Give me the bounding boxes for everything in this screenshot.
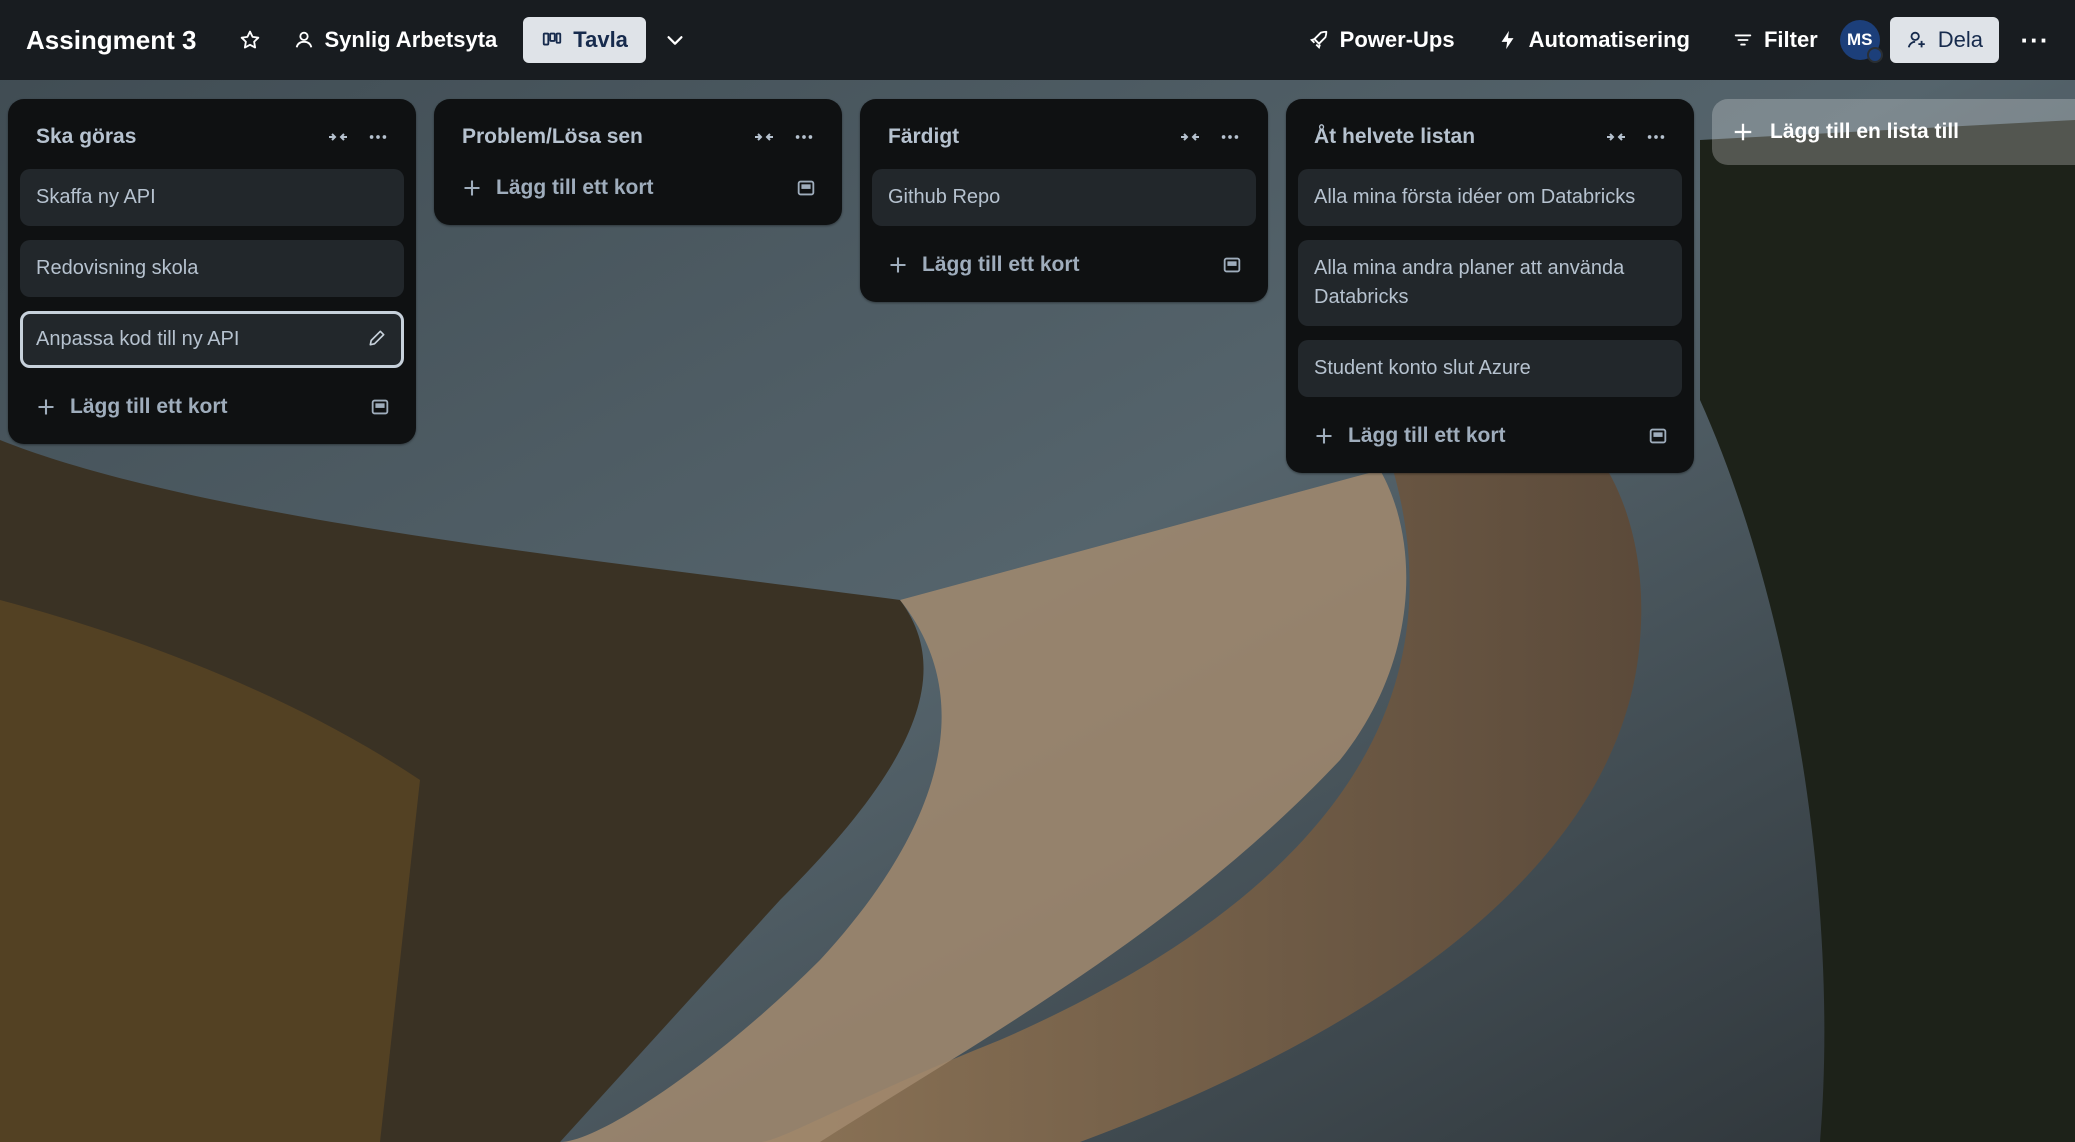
template-icon[interactable] (788, 170, 824, 206)
add-card-button[interactable]: Lägg till ett kort (446, 163, 830, 213)
add-card-label: Lägg till ett kort (922, 253, 1080, 276)
list-title[interactable]: Problem/Lösa sen (462, 125, 744, 149)
share-label: Dela (1937, 27, 1983, 52)
collapse-icon[interactable] (318, 117, 358, 157)
list-header: Problem/Lösa sen (446, 111, 830, 163)
add-card-button[interactable]: Lägg till ett kort (20, 382, 404, 432)
admin-badge-icon (1866, 47, 1883, 63)
list-header: Åt helvete listan (1298, 111, 1682, 163)
powerups-label: Power-Ups (1339, 27, 1455, 52)
view-label: Tavla (573, 27, 628, 52)
list-menu-icon[interactable] (1636, 117, 1676, 157)
people-icon (293, 29, 315, 51)
board-view-button[interactable]: Tavla (523, 17, 646, 63)
add-list-button[interactable]: Lägg till en lista till (1712, 99, 2075, 165)
collapse-icon[interactable] (1596, 117, 1636, 157)
list-menu-icon[interactable] (1210, 117, 1250, 157)
list-ska-goras[interactable]: Ska göras Skaffa ny API Redovisning skol… (8, 99, 416, 444)
board-menu-button[interactable]: ··· (2015, 17, 2055, 63)
star-button[interactable] (227, 17, 273, 63)
template-icon[interactable] (1214, 247, 1250, 283)
list-fardigt[interactable]: Färdigt Github Repo Lägg till ett kort (860, 99, 1268, 302)
star-icon (239, 29, 261, 51)
card-title: Skaffa ny API (36, 186, 156, 208)
list-title[interactable]: Åt helvete listan (1314, 125, 1596, 149)
add-person-icon (1906, 29, 1928, 51)
template-icon[interactable] (1640, 418, 1676, 454)
add-card-label: Lägg till ett kort (1348, 424, 1506, 447)
share-button[interactable]: Dela (1889, 17, 1999, 63)
filter-button[interactable]: Filter (1718, 17, 1832, 63)
powerups-button[interactable]: Power-Ups (1294, 17, 1469, 63)
plus-icon (462, 178, 488, 198)
board-title[interactable]: Assingment 3 (26, 25, 197, 56)
collapse-icon[interactable] (1170, 117, 1210, 157)
add-card-button[interactable]: Lägg till ett kort (1298, 411, 1682, 461)
visibility-label: Synlig Arbetsyta (324, 27, 498, 52)
card[interactable]: Github Repo (872, 169, 1256, 226)
avatar-initials: MS (1847, 30, 1873, 49)
card[interactable]: Skaffa ny API (20, 169, 404, 226)
board-header: Assingment 3 Synlig Arbetsyta Tavla Powe… (0, 0, 2075, 80)
list-menu-icon[interactable] (784, 117, 824, 157)
card-title: Student konto slut Azure (1314, 357, 1531, 379)
chevron-down-icon (664, 29, 686, 51)
add-card-label: Lägg till ett kort (496, 176, 654, 199)
list-title[interactable]: Ska göras (36, 125, 318, 149)
collapse-icon[interactable] (744, 117, 784, 157)
list-title[interactable]: Färdigt (888, 125, 1170, 149)
card-title: Redovisning skola (36, 257, 199, 279)
card[interactable]: Alla mina andra planer att använda Datab… (1298, 240, 1682, 326)
plus-icon (888, 255, 914, 275)
card[interactable]: Alla mina första idéer om Databricks (1298, 169, 1682, 226)
add-card-button[interactable]: Lägg till ett kort (872, 240, 1256, 290)
plus-icon (1314, 426, 1340, 446)
card[interactable]: Redovisning skola (20, 240, 404, 297)
visibility-button[interactable]: Synlig Arbetsyta (279, 17, 512, 63)
card-title: Alla mina första idéer om Databricks (1314, 186, 1636, 208)
list-header: Ska göras (20, 111, 404, 163)
board-icon (541, 29, 563, 51)
view-switcher-button[interactable] (652, 17, 698, 63)
card[interactable]: Anpassa kod till ny API (20, 311, 404, 368)
card[interactable]: Student konto slut Azure (1298, 340, 1682, 397)
add-card-label: Lägg till ett kort (70, 395, 228, 418)
list-header: Färdigt (872, 111, 1256, 163)
list-problem-losa-sen[interactable]: Problem/Lösa sen Lägg till ett kort (434, 99, 842, 225)
filter-label: Filter (1763, 27, 1818, 52)
lightning-icon (1497, 29, 1519, 51)
filter-icon (1732, 29, 1754, 51)
list-menu-icon[interactable] (358, 117, 398, 157)
plus-icon (1732, 121, 1762, 143)
automation-button[interactable]: Automatisering (1483, 17, 1704, 63)
ellipsis-icon: ··· (2020, 24, 2050, 55)
template-icon[interactable] (362, 389, 398, 425)
pencil-icon[interactable] (364, 325, 390, 351)
rocket-icon (1308, 29, 1330, 51)
card-title: Anpassa kod till ny API (36, 328, 240, 350)
list-at-helvete-listan[interactable]: Åt helvete listan Alla mina första idéer… (1286, 99, 1694, 473)
automation-label: Automatisering (1528, 27, 1690, 52)
add-list-label: Lägg till en lista till (1770, 120, 1960, 143)
card-title: Github Repo (888, 186, 1001, 208)
member-avatar[interactable]: MS (1839, 20, 1883, 63)
plus-icon (36, 397, 62, 417)
card-title: Alla mina andra planer att använda Datab… (1314, 257, 1625, 308)
